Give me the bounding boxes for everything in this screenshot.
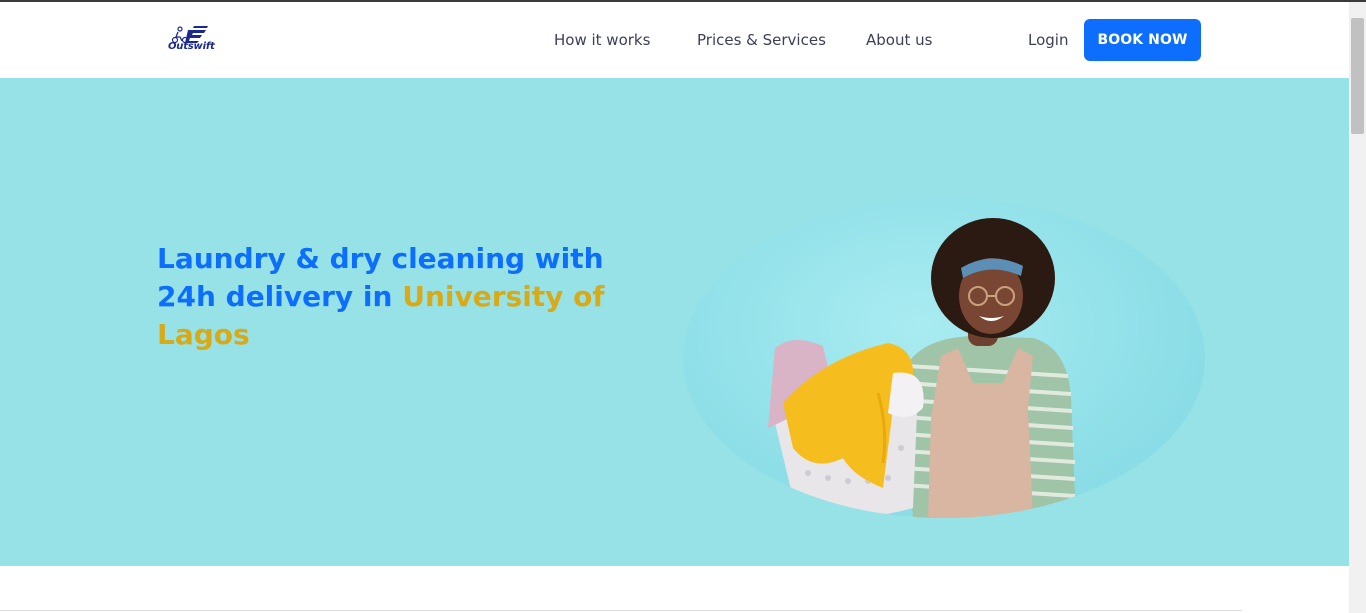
section-divider: [0, 610, 1242, 611]
hero-image: [683, 198, 1205, 518]
nav-how-it-works[interactable]: How it works: [554, 31, 650, 49]
woman-with-laundry-basket-illustration: [768, 218, 1076, 518]
scrollbar-thumb[interactable]: [1351, 18, 1364, 134]
book-now-button[interactable]: BOOK NOW: [1084, 19, 1201, 61]
nav-prices-services[interactable]: Prices & Services: [697, 31, 826, 49]
brand-logo[interactable]: Outswift: [166, 24, 218, 56]
navbar: Outswift How it works Prices & Services …: [0, 2, 1349, 78]
hero-title: Laundry & dry cleaning with 24h delivery…: [157, 240, 617, 354]
login-link[interactable]: Login: [1028, 31, 1068, 49]
brand-name: Outswift: [168, 41, 215, 52]
hero-section: Laundry & dry cleaning with 24h delivery…: [0, 78, 1349, 566]
vertical-scrollbar[interactable]: [1349, 2, 1366, 613]
nav-about-us[interactable]: About us: [866, 31, 932, 49]
